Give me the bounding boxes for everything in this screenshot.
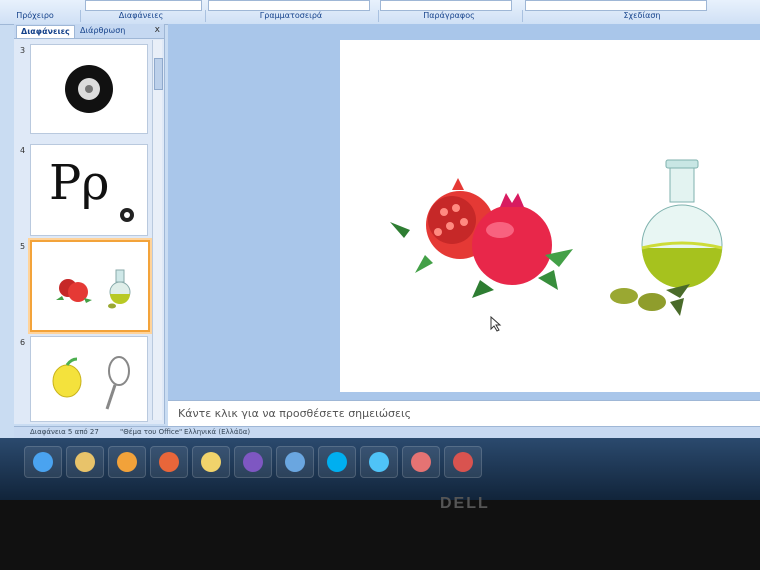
monitor-logo: DELL xyxy=(440,495,490,512)
sound-icon xyxy=(120,208,134,222)
panel-scrollbar[interactable] xyxy=(152,40,163,420)
taskbar-app-active[interactable] xyxy=(444,446,482,478)
explorer-icon xyxy=(75,452,95,472)
slide-number: 4 xyxy=(20,146,26,155)
firefox-icon xyxy=(159,452,179,472)
tire-icon xyxy=(65,65,113,113)
slide-illustration xyxy=(390,159,723,316)
taskbar-app[interactable] xyxy=(150,446,188,478)
pomegranate-icon xyxy=(390,178,573,298)
taskbar-app[interactable] xyxy=(66,446,104,478)
ribbon-group-clipboard: Πρόχειρο xyxy=(16,11,54,20)
slide-number: 5 xyxy=(20,242,26,251)
slide-thumbnail-selected[interactable] xyxy=(30,240,150,332)
ribbon-group-drawing: Σχεδίαση xyxy=(522,10,760,22)
taskbar-app[interactable] xyxy=(318,446,356,478)
taskbar-app[interactable] xyxy=(108,446,146,478)
tab-outline[interactable]: Διάρθρωση xyxy=(76,25,129,37)
panel-tabs: Διαφάνειες Διάρθρωση x xyxy=(14,24,164,39)
slide-counter: Διαφάνεια 5 από 27 xyxy=(30,428,99,436)
skype-icon xyxy=(327,452,347,472)
start-button[interactable] xyxy=(24,446,62,478)
ribbon-group-paragraph: Παράγραφος xyxy=(378,10,519,22)
slide-thumbnail[interactable] xyxy=(30,44,148,134)
notes-placeholder: Κάντε κλικ για να προσθέσετε σημειώσεις xyxy=(178,407,412,420)
notepad-icon xyxy=(285,452,305,472)
folder-icon xyxy=(201,452,221,472)
taskbar-app[interactable] xyxy=(276,446,314,478)
taskbar-app[interactable] xyxy=(192,446,230,478)
slide-number: 3 xyxy=(20,46,26,55)
slide-editor xyxy=(168,24,760,400)
slide-number: 6 xyxy=(20,338,26,347)
olive-oil-icon xyxy=(610,159,723,316)
ribbon: Πρόχειρο Διαφάνειες Γραμματοσειρά Παράγρ… xyxy=(0,0,760,25)
notes-pane[interactable]: Κάντε κλικ για να προσθέσετε σημειώσεις xyxy=(168,400,760,427)
slide-thumbnail[interactable]: Ρρ xyxy=(30,144,148,236)
taskbar-app[interactable] xyxy=(360,446,398,478)
media-player-icon xyxy=(117,452,137,472)
powerpoint-icon xyxy=(453,452,473,472)
current-slide[interactable] xyxy=(340,40,760,392)
tab-slides[interactable]: Διαφάνειες xyxy=(16,25,75,38)
slides-panel: Διαφάνειες Διάρθρωση x 3 4 Ρρ 5 6 xyxy=(14,24,165,424)
lemon-racket-icon xyxy=(52,356,130,410)
viber-icon xyxy=(243,452,263,472)
monitor-bezel xyxy=(0,500,760,570)
taskbar-app[interactable] xyxy=(402,446,440,478)
screen: Πρόχειρο Διαφάνειες Γραμματοσειρά Παράγρ… xyxy=(0,0,760,500)
windows-icon xyxy=(33,452,53,472)
ribbon-group-font: Γραμματοσειρά xyxy=(205,10,376,22)
language-label[interactable]: Ελληνικά (Ελλάδα) xyxy=(184,428,250,436)
ribbon-group-slides: Διαφάνειες xyxy=(80,10,201,22)
slide-thumbnail[interactable] xyxy=(30,336,148,422)
taskbar xyxy=(0,438,760,500)
mouse-cursor-icon xyxy=(490,315,502,336)
browser-icon xyxy=(369,452,389,472)
theme-label: "Θέμα του Office" xyxy=(120,428,183,436)
pomegranate-oil-icon xyxy=(56,269,131,309)
app-icon xyxy=(411,452,431,472)
scrollbar-thumb[interactable] xyxy=(154,58,163,90)
close-icon[interactable]: x xyxy=(155,25,160,35)
taskbar-app[interactable] xyxy=(234,446,272,478)
